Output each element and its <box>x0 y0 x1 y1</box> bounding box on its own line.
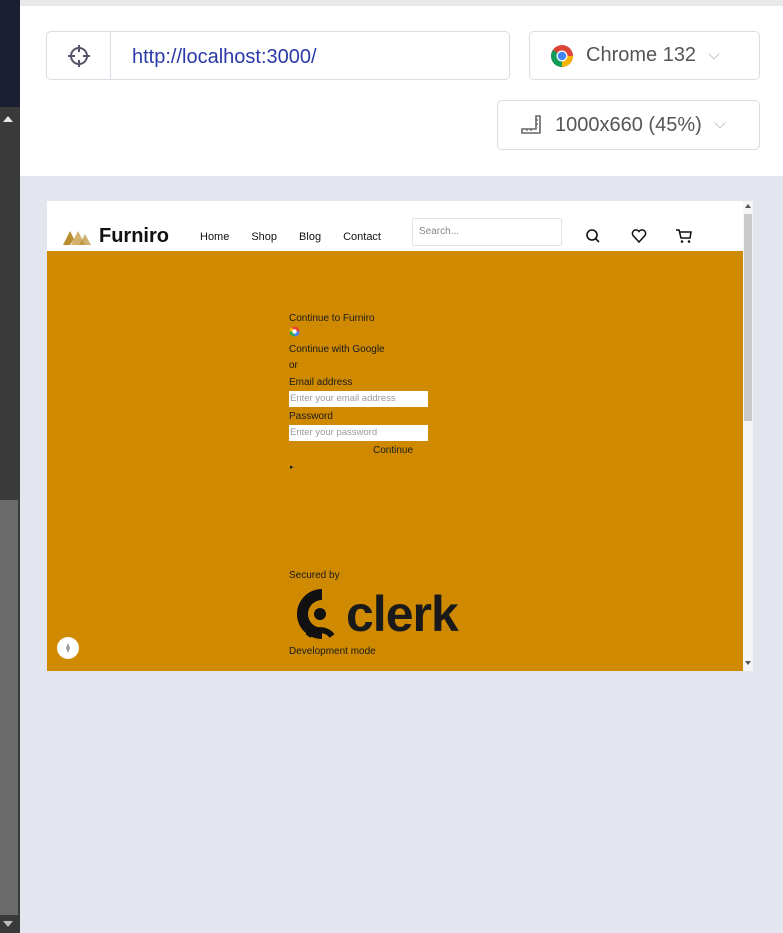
url-text[interactable]: http://localhost:3000/ <box>132 46 317 69</box>
heart-icon[interactable] <box>631 228 647 244</box>
clerk-logo-icon <box>296 589 335 639</box>
browser-select[interactable]: Chrome 132 <box>529 31 760 80</box>
nav-link-blog[interactable]: Blog <box>299 231 321 243</box>
google-signin-button[interactable]: Continue with Google <box>289 344 385 355</box>
crosshair-icon <box>67 44 90 67</box>
furniro-logo-icon <box>63 230 91 245</box>
nav-link-shop[interactable]: Shop <box>251 231 277 243</box>
scroll-down-icon[interactable] <box>745 661 751 665</box>
clerk-wordmark: clerk <box>346 586 459 642</box>
nav-link-contact[interactable]: Contact <box>343 231 381 243</box>
preview-scroll-thumb[interactable] <box>744 214 752 421</box>
or-divider: or <box>289 360 298 371</box>
preview-toolbar: http://localhost:3000/ Chrome 132 1000x6… <box>20 0 783 176</box>
continue-button[interactable]: Continue <box>373 445 413 456</box>
viewport-select[interactable]: 1000x660 (45%) <box>497 100 760 150</box>
inspect-target-button[interactable] <box>47 32 111 79</box>
browser-label: Chrome 132 <box>586 44 697 66</box>
left-panel-header <box>0 0 20 107</box>
google-icon <box>289 326 300 337</box>
chevron-down-icon <box>708 47 720 60</box>
left-panel-scrollbar[interactable] <box>0 0 20 933</box>
site-preview[interactable]: Furniro Home Shop Blog Contact Search... <box>47 201 753 671</box>
scroll-thumb[interactable] <box>0 500 18 915</box>
viewport-label: 1000x660 (45%) <box>555 113 702 136</box>
dev-tools-badge[interactable] <box>57 637 79 659</box>
preview-scrollbar[interactable] <box>743 201 753 671</box>
email-label: Email address <box>289 377 353 388</box>
auth-hero-section: Continue to Furniro Continue with Google… <box>47 251 743 671</box>
development-mode-label: Development mode <box>289 646 376 657</box>
chevron-down-icon <box>714 117 726 129</box>
site-navbar: Furniro Home Shop Blog Contact Search... <box>47 201 743 251</box>
scroll-up-icon[interactable] <box>745 204 751 208</box>
password-field[interactable]: Enter your password <box>289 425 428 441</box>
clerk-logo[interactable]: clerk <box>292 585 459 643</box>
nav-links: Home Shop Blog Contact <box>200 231 403 243</box>
signin-title: Continue to Furniro <box>289 313 375 324</box>
nav-link-home[interactable]: Home <box>200 231 229 243</box>
search-icon[interactable] <box>585 228 601 244</box>
scroll-up-icon[interactable] <box>3 116 13 122</box>
site-logo[interactable]: Furniro <box>63 225 169 248</box>
search-input[interactable]: Search... <box>412 218 562 246</box>
password-label: Password <box>289 411 333 422</box>
secured-by-label: Secured by <box>289 570 340 581</box>
chrome-icon <box>551 44 573 67</box>
email-field[interactable]: Enter your email address <box>289 391 428 407</box>
caret-icon: ▸ <box>290 464 294 471</box>
brand-name: Furniro <box>99 225 169 247</box>
url-bar[interactable]: http://localhost:3000/ <box>46 31 510 80</box>
cart-icon[interactable] <box>675 228 693 244</box>
scroll-down-icon[interactable] <box>3 921 13 927</box>
clerk-dev-icon <box>66 643 70 653</box>
ruler-icon <box>521 115 541 134</box>
